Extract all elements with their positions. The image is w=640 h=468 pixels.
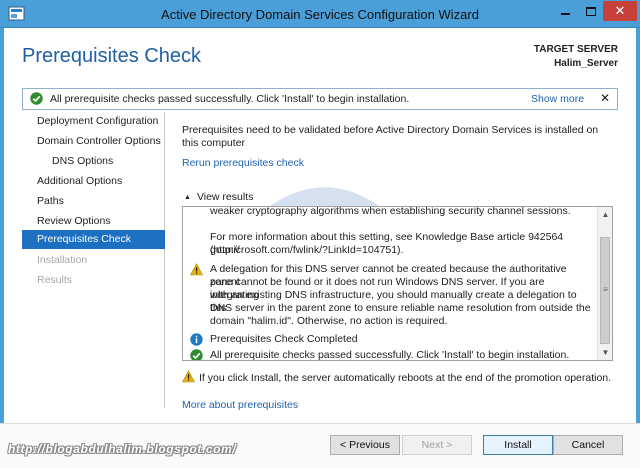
result-text-line: go.microsoft.com/fwlink/?LinkId=104751). bbox=[210, 244, 404, 256]
nav-item-results: Results bbox=[37, 274, 73, 286]
reboot-warning: If you click Install, the server automat… bbox=[182, 370, 611, 384]
title-bar: Active Directory Domain Services Configu… bbox=[0, 0, 640, 28]
close-icon: ✕ bbox=[614, 3, 626, 18]
target-server-label: TARGET SERVER bbox=[533, 44, 618, 55]
install-button[interactable]: Install bbox=[483, 435, 553, 455]
nav-item-installation: Installation bbox=[37, 254, 88, 266]
result-warning-line: DNS server in the parent zone to ensure … bbox=[210, 302, 591, 314]
nav-item-additional-options[interactable]: Additional Options bbox=[22, 172, 165, 191]
maximize-icon bbox=[586, 6, 596, 16]
check-circle-icon bbox=[190, 349, 203, 360]
scroll-up-icon[interactable]: ▲ bbox=[598, 207, 612, 222]
maximize-button[interactable] bbox=[578, 1, 604, 21]
results-list[interactable]: weaker cryptography algorithms when esta… bbox=[182, 206, 613, 361]
notification-text: All prerequisite checks passed successfu… bbox=[50, 93, 410, 105]
nav-item-domain-controller-options[interactable]: Domain Controller Options bbox=[22, 132, 165, 151]
result-text-line: weaker cryptography algorithms when esta… bbox=[210, 206, 571, 217]
notification-close-icon[interactable]: ✕ bbox=[600, 91, 610, 105]
nav-item-deployment-configuration[interactable]: Deployment Configuration bbox=[22, 112, 165, 131]
nav-item-paths[interactable]: Paths bbox=[22, 192, 165, 211]
view-results-toggle[interactable]: ▲ View results bbox=[184, 191, 253, 203]
result-warning-line: domain "halim.id". Otherwise, no action … bbox=[210, 315, 448, 327]
grip-icon: ≡ bbox=[603, 285, 608, 294]
next-button: Next > bbox=[402, 435, 472, 455]
results-scrollbar[interactable]: ▲ ≡ ▼ bbox=[597, 207, 612, 360]
close-button[interactable]: ✕ bbox=[603, 1, 637, 21]
chevron-up-icon: ▲ bbox=[184, 194, 191, 201]
scroll-down-icon[interactable]: ▼ bbox=[598, 345, 612, 360]
rerun-prerequisites-link[interactable]: Rerun prerequisites check bbox=[182, 157, 304, 169]
nav-item-dns-options[interactable]: DNS Options bbox=[22, 152, 165, 171]
show-more-link[interactable]: Show more bbox=[531, 93, 584, 105]
wizard-nav: Deployment Configuration Domain Controll… bbox=[22, 112, 165, 408]
minimize-icon bbox=[560, 13, 570, 15]
view-results-label: View results bbox=[196, 191, 254, 203]
info-circle-icon bbox=[190, 333, 203, 346]
window-title: Active Directory Domain Services Configu… bbox=[161, 7, 479, 22]
reboot-warning-text: If you click Install, the server automat… bbox=[199, 372, 612, 384]
scrollbar-thumb[interactable]: ≡ bbox=[600, 237, 610, 344]
target-server-value: Halim_Server bbox=[554, 58, 618, 69]
notification-bar: All prerequisite checks passed successfu… bbox=[22, 88, 618, 110]
warning-triangle-icon bbox=[182, 370, 195, 383]
previous-button[interactable]: < Previous bbox=[330, 435, 400, 455]
blog-url-watermark: http://blogabdulhalim.blogspot.com/ bbox=[8, 442, 237, 456]
page-title: Prerequisites Check bbox=[22, 45, 201, 67]
nav-item-review-options[interactable]: Review Options bbox=[22, 212, 165, 231]
more-about-prerequisites-link[interactable]: More about prerequisites bbox=[182, 399, 298, 411]
intro-text: Prerequisites need to be validated befor… bbox=[182, 124, 599, 149]
nav-item-prerequisites-check[interactable]: Prerequisites Check bbox=[22, 230, 165, 249]
minimize-button[interactable] bbox=[552, 1, 578, 21]
result-info-line: Prerequisites Check Completed bbox=[210, 333, 358, 345]
cancel-button[interactable]: Cancel bbox=[553, 435, 623, 455]
check-circle-icon bbox=[30, 92, 43, 105]
warning-triangle-icon bbox=[190, 263, 203, 276]
result-success-line: All prerequisite checks passed successfu… bbox=[210, 349, 570, 361]
